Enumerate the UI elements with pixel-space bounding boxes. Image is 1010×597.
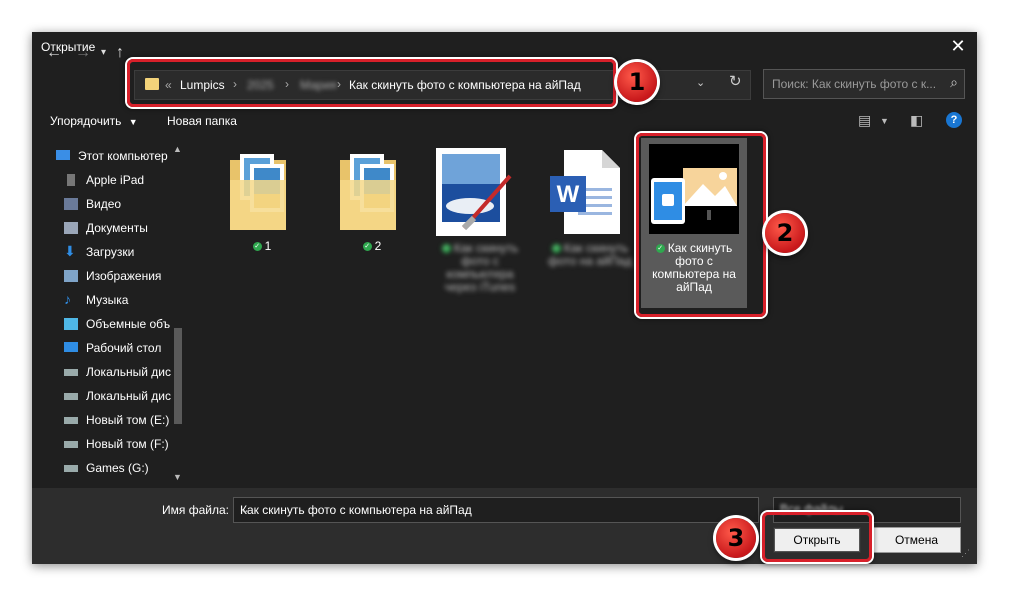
recent-dropdown-icon[interactable]: ▾ — [101, 47, 106, 58]
navigation-pane: Этот компьютер Apple iPad Видео Документ… — [32, 140, 188, 486]
file-name: ✓ 1 — [252, 239, 272, 253]
filename-label: Имя файла: — [162, 503, 229, 517]
download-icon: ⬇ — [64, 243, 76, 259]
organize-label: Упорядочить — [50, 114, 122, 128]
sync-check-icon: ✓ — [441, 244, 451, 254]
file-name: ✓ Как скинуть фото на айПад — [548, 241, 632, 268]
up-arrow-icon[interactable]: ↑ — [116, 44, 124, 62]
3d-objects-icon — [64, 318, 78, 330]
search-placeholder: Поиск: Как скинуть фото с к... — [772, 77, 937, 91]
drive-icon — [64, 393, 78, 400]
computer-icon — [56, 150, 70, 160]
sidebar-item-label: Музыка — [86, 293, 129, 307]
drive-icon — [64, 441, 78, 448]
video-icon — [64, 198, 78, 210]
sidebar-item-label: Локальный дис — [86, 389, 171, 403]
music-icon: ♪ — [64, 291, 71, 307]
forward-arrow-icon[interactable]: → — [75, 44, 91, 62]
sidebar-scrollbar[interactable] — [174, 328, 182, 424]
sidebar-item-label: Документы — [86, 221, 148, 235]
paint-image-icon — [436, 148, 512, 236]
refresh-icon[interactable]: ↻ — [729, 72, 742, 90]
ipad-icon — [67, 174, 75, 186]
cancel-button[interactable]: Отмена — [872, 527, 961, 553]
back-arrow-icon[interactable]: ← — [46, 44, 62, 62]
drive-icon — [64, 465, 78, 472]
sidebar-item-label: Apple iPad — [86, 173, 145, 187]
title-bar: Открытие ✕ — [32, 32, 977, 62]
close-icon[interactable]: ✕ — [947, 36, 969, 57]
new-folder-button[interactable]: Новая папка — [167, 114, 237, 128]
folder-icon — [230, 154, 286, 230]
callout-1: 1 — [617, 62, 657, 102]
sidebar-item-label: Новый том (F:) — [86, 437, 169, 451]
desktop-icon — [64, 342, 78, 352]
sync-check-icon: ✓ — [252, 242, 262, 252]
drive-icon — [64, 417, 78, 424]
file-name: ✓ 2 — [362, 239, 382, 253]
svg-text:W: W — [557, 181, 580, 208]
open-button-highlight — [762, 512, 872, 562]
help-icon[interactable]: ? — [946, 112, 962, 128]
documents-icon — [64, 222, 78, 234]
sidebar-item-label: Изображения — [86, 269, 162, 283]
view-dropdown-icon[interactable]: ▼ — [880, 116, 889, 126]
callout-2: 2 — [765, 213, 805, 253]
sidebar-item-label: Этот компьютер — [78, 149, 168, 163]
filename-input[interactable]: Как скинуть фото с компьютера на айПад ⌄ — [233, 497, 759, 523]
sync-check-icon: ✓ — [551, 244, 561, 254]
scroll-up-icon[interactable]: ▲ — [173, 144, 182, 154]
sidebar-item-label: Локальный дис — [86, 365, 171, 379]
sidebar-item-label: Объемные объ — [86, 317, 171, 331]
sidebar-item-label: Загрузки — [86, 245, 135, 259]
sidebar-item-label: Games (G:) — [86, 461, 149, 475]
resize-grip-icon[interactable]: ⋰ — [961, 548, 970, 559]
sidebar-item-label: Новый том (E:) — [86, 413, 170, 427]
sync-check-icon: ✓ — [362, 242, 372, 252]
file-name: ✓ Как скинуть фото с компьютера через iTu… — [441, 241, 519, 294]
word-document-icon: W — [550, 150, 620, 234]
folder-icon — [340, 154, 396, 230]
address-highlight — [127, 59, 616, 107]
address-dropdown-icon[interactable]: ⌄ — [696, 76, 705, 89]
sidebar-item-label: Рабочий стол — [86, 341, 162, 355]
sidebar-item-label: Видео — [86, 197, 122, 211]
drive-icon — [64, 369, 78, 376]
preview-pane-icon[interactable]: ◧ — [910, 112, 923, 129]
open-file-dialog: Открытие ✕ ← → ▾ ↑ « Lumpics › 2025 › Ма… — [32, 32, 977, 564]
search-icon: ⌕ — [950, 74, 958, 90]
chevron-down-icon: ▼ — [128, 117, 138, 127]
search-input[interactable]: Поиск: Как скинуть фото с к... ⌕ — [763, 69, 965, 99]
callout-3: 3 — [716, 518, 756, 558]
filename-dropdown-icon[interactable]: ⌄ — [240, 502, 752, 516]
organize-button[interactable]: Упорядочить ▼ — [50, 114, 138, 128]
view-mode-icon[interactable]: ▤ — [858, 112, 871, 129]
scroll-down-icon[interactable]: ▼ — [173, 472, 182, 482]
pictures-icon — [64, 270, 78, 282]
file-highlight — [636, 133, 766, 317]
